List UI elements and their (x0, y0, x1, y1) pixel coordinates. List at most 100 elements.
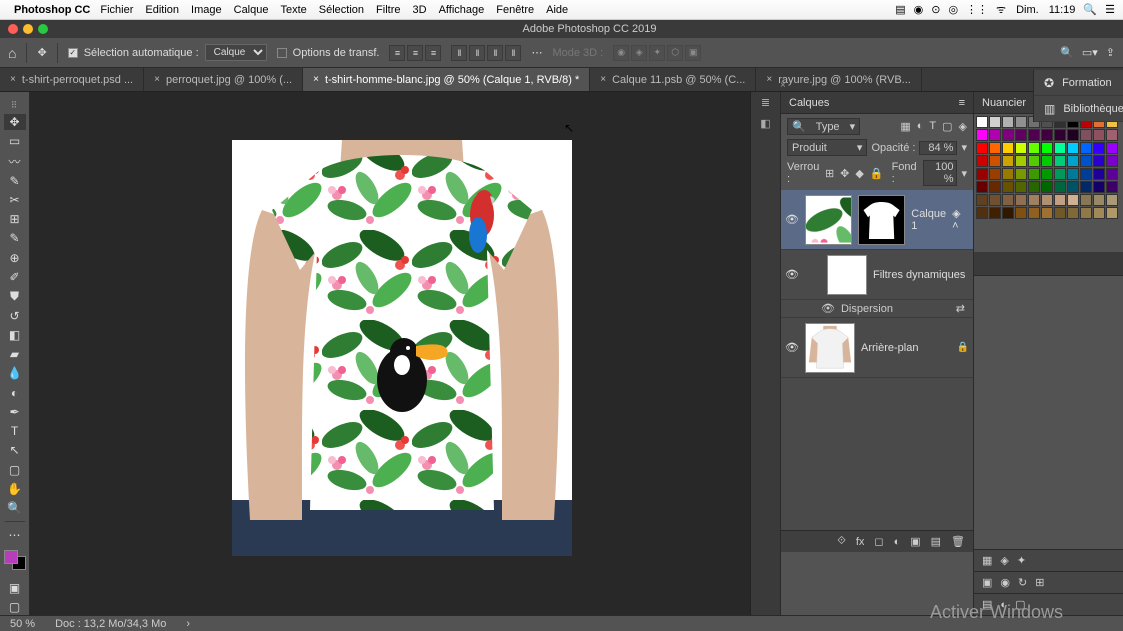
close-window-button[interactable] (8, 24, 18, 34)
swatch[interactable] (1067, 194, 1079, 206)
filter-adjust-icon[interactable]: ◐ (917, 120, 924, 133)
panel-icon[interactable]: ⊞ (1035, 576, 1044, 589)
swatch[interactable] (1015, 207, 1027, 219)
swatch[interactable] (976, 142, 988, 154)
side-panel-formation[interactable]: ✪Formation (1034, 70, 1123, 96)
swatch[interactable] (1067, 142, 1079, 154)
trash-icon[interactable]: 🗑 (951, 535, 965, 548)
panel-tab-calques[interactable]: × Calques ≡ (781, 92, 973, 114)
align-icon[interactable]: ≡ (389, 45, 405, 61)
swatch[interactable] (1093, 155, 1105, 167)
lock-pixels-icon[interactable]: ◆ (855, 167, 863, 180)
swatch[interactable] (1106, 168, 1118, 180)
shape-tool[interactable]: ▢ (4, 462, 26, 478)
swatch[interactable] (1067, 207, 1079, 219)
share-icon[interactable]: ⇪ (1106, 46, 1115, 59)
swatch[interactable] (1106, 129, 1118, 141)
gradient-tool[interactable]: ▰ (4, 346, 26, 362)
swatch[interactable] (976, 181, 988, 193)
swatch[interactable] (1093, 142, 1105, 154)
wifi-icon[interactable]: ᯤ (996, 2, 1006, 17)
swatch[interactable] (1067, 168, 1079, 180)
menu-texte[interactable]: Texte (280, 4, 306, 16)
align-icon[interactable]: ≡ (407, 45, 423, 61)
auto-select-checkbox[interactable]: ✓ (68, 48, 78, 58)
swatch[interactable] (989, 129, 1001, 141)
swatch[interactable] (1002, 142, 1014, 154)
menubar-icon[interactable]: ⊙ (931, 3, 940, 16)
chevron-right-icon[interactable]: › (186, 618, 190, 630)
swatch[interactable] (1080, 155, 1092, 167)
tab[interactable]: ×t-shirt-perroquet.psd ... (0, 68, 144, 91)
eyedropper-tool[interactable]: ✎ (4, 230, 26, 246)
visibility-icon[interactable]: 👁 (785, 341, 799, 354)
swatch[interactable] (1080, 168, 1092, 180)
swatch[interactable] (1015, 168, 1027, 180)
filter-smart-icon[interactable]: ◈ (959, 120, 967, 133)
panel-icon[interactable]: ✦ (1017, 554, 1026, 567)
swatch[interactable] (1041, 168, 1053, 180)
eraser-tool[interactable]: ◧ (4, 327, 26, 343)
swatch[interactable] (1041, 129, 1053, 141)
swatch[interactable] (1015, 129, 1027, 141)
swatch[interactable] (1028, 129, 1040, 141)
close-icon[interactable]: × (600, 74, 606, 85)
swatch[interactable] (1106, 194, 1118, 206)
align-icon[interactable]: ‖ (469, 45, 485, 61)
swatch[interactable] (1106, 142, 1118, 154)
visibility-icon[interactable]: 👁 (785, 268, 799, 281)
swatch[interactable] (989, 207, 1001, 219)
swatch[interactable] (976, 207, 988, 219)
search-icon[interactable]: 🔍 (1083, 3, 1097, 16)
collapsed-panel-icon[interactable]: ≣ (761, 96, 770, 109)
panel-menu-icon[interactable]: ≡ (959, 97, 965, 109)
layer-row-filters[interactable]: 👁 Filtres dynamiques (781, 250, 973, 300)
stamp-tool[interactable]: ⛊ (4, 288, 26, 304)
blur-tool[interactable]: 💧 (4, 365, 26, 381)
lasso-tool[interactable]: 〰 (4, 153, 26, 170)
swatch[interactable] (976, 129, 988, 141)
visibility-icon[interactable]: 👁 (821, 302, 835, 315)
transform-controls-checkbox[interactable] (277, 48, 287, 58)
swatch[interactable] (1106, 207, 1118, 219)
swatch[interactable] (1015, 155, 1027, 167)
zoom-window-button[interactable] (38, 24, 48, 34)
panel-icon[interactable]: ◈ (1000, 554, 1008, 567)
swatch[interactable] (1054, 155, 1066, 167)
menu-affichage[interactable]: Affichage (439, 4, 485, 16)
history-brush-tool[interactable]: ↺ (4, 307, 26, 323)
lock-all-icon[interactable]: ⊞ (825, 167, 834, 180)
close-icon[interactable]: × (154, 74, 160, 85)
side-panel-bibliotheques[interactable]: ▥Bibliothèques (1034, 96, 1123, 122)
layer-mask-thumb[interactable] (858, 195, 905, 245)
swatch[interactable] (1054, 168, 1066, 180)
swatch[interactable] (1041, 142, 1053, 154)
visibility-icon[interactable]: 👁 (785, 213, 799, 226)
swatch[interactable] (1093, 207, 1105, 219)
swatch[interactable] (1002, 181, 1014, 193)
swatch[interactable] (1054, 194, 1066, 206)
path-select-tool[interactable]: ↖ (4, 442, 26, 458)
menu-aide[interactable]: Aide (546, 4, 568, 16)
layer-row-background[interactable]: 👁 Arrière-plan 🔒 (781, 318, 973, 378)
menu-selection[interactable]: Sélection (319, 4, 364, 16)
heal-tool[interactable]: ⊕ (4, 250, 26, 266)
menu-edition[interactable]: Edition (145, 4, 179, 16)
type-tool[interactable]: T (4, 423, 26, 439)
swatch[interactable] (1054, 142, 1066, 154)
quick-select-tool[interactable]: ✎ (4, 173, 26, 189)
home-icon[interactable]: ⌂ (8, 45, 16, 61)
app-name[interactable]: Photoshop CC (14, 4, 90, 16)
swatch[interactable] (989, 168, 1001, 180)
menu-fenetre[interactable]: Fenêtre (496, 4, 534, 16)
screen-mode-button[interactable]: ▢ (4, 599, 26, 615)
color-swatches[interactable] (4, 550, 26, 570)
swatch[interactable] (1080, 142, 1092, 154)
swatch[interactable] (1054, 207, 1066, 219)
swatch[interactable] (1054, 129, 1066, 141)
menu-calque[interactable]: Calque (234, 4, 269, 16)
swatch[interactable] (1028, 142, 1040, 154)
filter-effect-row[interactable]: 👁 Dispersion ⇄ (781, 300, 973, 318)
swatch[interactable] (1080, 194, 1092, 206)
close-icon[interactable]: × (10, 74, 16, 85)
